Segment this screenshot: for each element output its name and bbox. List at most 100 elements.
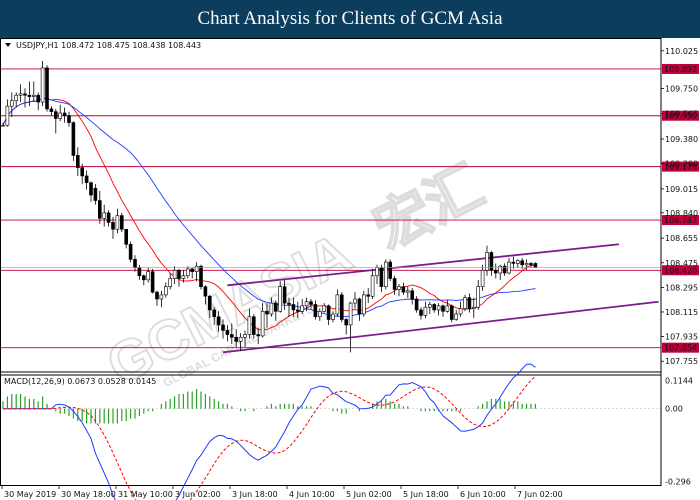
candle-body (67, 115, 71, 123)
candle-body (515, 260, 520, 264)
candle-body (304, 301, 309, 307)
candle-body (414, 298, 419, 311)
candle-body (397, 286, 401, 290)
price-tick-label-9: 108.295 (665, 283, 698, 292)
candle-body (146, 271, 150, 281)
level-label-0: 109.892 (664, 65, 697, 74)
candle-body (256, 334, 261, 337)
candle-body (471, 306, 476, 309)
symbol-info-line: USDJPY,H1 108.472 108.475 108.438 108.44… (16, 41, 201, 50)
candle-body (14, 94, 18, 102)
candle-body (533, 263, 538, 268)
candle-body (449, 305, 454, 320)
candle-body (27, 94, 32, 97)
candle-body (265, 310, 269, 315)
candle-body (353, 298, 357, 304)
candle-body (348, 302, 353, 326)
candle-body (300, 305, 305, 312)
candle-body (177, 269, 181, 279)
candle-body (186, 268, 190, 277)
candle-body (498, 265, 503, 274)
candle-body (445, 305, 450, 312)
candle-body (225, 330, 230, 335)
candle-body (322, 305, 327, 312)
level-label-5: 107.854 (664, 344, 697, 353)
time-tick-label-2: 31 May 10:00 (118, 490, 173, 499)
candle-body (150, 271, 155, 293)
candle-body (238, 336, 243, 342)
candle-body (115, 215, 120, 230)
macd-info-line: MACD(12,26,9) 0.0673 0.0528 0.0145 (4, 377, 156, 386)
candle-body (23, 93, 27, 96)
candle-body (230, 334, 234, 338)
candle-body (36, 94, 41, 103)
candle-body (190, 268, 194, 272)
candle-body (10, 100, 14, 107)
time-tick-label-7: 5 Jun 18:00 (403, 490, 449, 499)
candle-body (98, 200, 102, 219)
candle-body (326, 305, 331, 320)
macd-tick-label-1: 0.00 (665, 405, 683, 414)
candle-body (278, 286, 283, 312)
candle-body (529, 263, 533, 266)
price-tick-label-11: 107.935 (665, 333, 698, 342)
candle-body (168, 278, 172, 287)
candle-body (432, 304, 437, 311)
candle-body (194, 265, 199, 272)
candle-body (392, 278, 397, 290)
candle-body (454, 313, 459, 320)
candle-body (31, 94, 36, 97)
candle-body (62, 112, 67, 117)
candle-body (199, 265, 203, 287)
candle-body (427, 304, 432, 308)
candle-body (467, 297, 472, 309)
candle-body (361, 294, 366, 315)
candle-body (208, 295, 212, 311)
candle-body (1, 125, 5, 127)
candle-body (128, 243, 133, 260)
price-tick-label-3: 109.380 (665, 135, 698, 144)
candle-body (357, 298, 362, 315)
time-tick-label-1: 30 May 18:00 (61, 490, 116, 499)
time-tick-label-5: 4 Jun 10:00 (289, 490, 335, 499)
candle-body (84, 175, 89, 184)
candle-body (18, 93, 23, 96)
candle-body (493, 269, 498, 274)
price-tick-label-7: 108.655 (665, 234, 698, 243)
price-tick-label-8: 108.475 (665, 259, 698, 268)
chart-banner-title: Chart Analysis for Clients of GCM Asia (0, 0, 700, 38)
price-tick-label-5: 109.015 (665, 185, 698, 194)
price-tick-label-10: 108.115 (665, 308, 698, 317)
price-chart: GCMASIA 宏汇 GLOBAL CAPITAL MARKETS 109.89… (0, 38, 700, 500)
time-tick-label-9: 7 Jun 02:00 (517, 490, 563, 499)
candle-body (142, 275, 146, 281)
candle-body (216, 316, 221, 326)
candle-body (234, 336, 238, 342)
candle-body (370, 275, 375, 297)
price-tick-label-1: 109.750 (665, 84, 698, 93)
candle-body (221, 324, 225, 331)
time-tick-label-3: 3 Jun 02:00 (175, 490, 221, 499)
candle-body (172, 269, 177, 279)
candle-body (441, 305, 445, 312)
price-tick-label-4: 109.200 (665, 160, 698, 169)
candle-body (502, 265, 507, 274)
candle-body (339, 294, 344, 320)
candle-body (155, 291, 159, 300)
candle-body (423, 306, 428, 316)
candle-body (71, 122, 76, 156)
candle-body (317, 310, 322, 318)
candle-body (480, 269, 485, 287)
candle-body (291, 304, 296, 311)
candle-body (309, 301, 313, 305)
candle-body (273, 302, 278, 312)
macd-tick-label-2: -0.296 (665, 478, 691, 487)
candle-body (247, 316, 252, 335)
candle-body (243, 334, 247, 338)
candle-body (511, 261, 516, 264)
candle-body (419, 309, 423, 316)
candle-body (203, 286, 208, 297)
candle-body (405, 290, 410, 293)
candle-body (335, 294, 340, 315)
candle-body (124, 228, 128, 245)
